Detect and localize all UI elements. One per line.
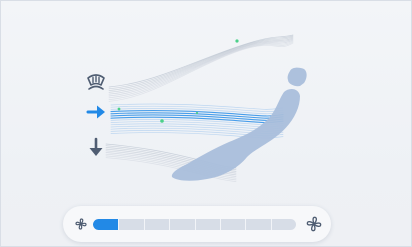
fan-speed-step-divider <box>169 219 171 230</box>
windshield-defrost-icon <box>87 74 105 90</box>
fan-speed-step-divider <box>270 219 272 230</box>
fan-speed-step-divider <box>118 219 120 230</box>
seat-headrest <box>287 67 307 87</box>
air-particle <box>235 39 239 43</box>
fan-large-glyph <box>306 216 322 232</box>
climate-airflow-screen <box>0 0 412 247</box>
fan-speed-step-divider <box>143 219 145 230</box>
face-airflow-button[interactable] <box>82 99 110 125</box>
fan-speed-step-divider <box>194 219 196 230</box>
air-particle <box>195 111 199 115</box>
fan-large-icon[interactable] <box>303 206 325 242</box>
air-particle <box>117 107 121 111</box>
fan-small-glyph <box>75 218 87 230</box>
fan-speed-step-divider <box>245 219 247 230</box>
defrost-mode-button[interactable] <box>82 68 110 94</box>
fan-speed-slider[interactable] <box>93 219 296 230</box>
fan-small-icon[interactable] <box>72 206 90 242</box>
upper-airflow-streaks <box>108 34 294 102</box>
fan-speed-step-divider <box>219 219 221 230</box>
arrow-right-icon <box>86 105 105 119</box>
fan-speed-control <box>63 206 331 242</box>
fan-speed-fill <box>93 219 119 230</box>
arrow-down-icon <box>89 137 103 156</box>
air-particle <box>160 119 164 123</box>
feet-airflow-button[interactable] <box>82 135 110 161</box>
